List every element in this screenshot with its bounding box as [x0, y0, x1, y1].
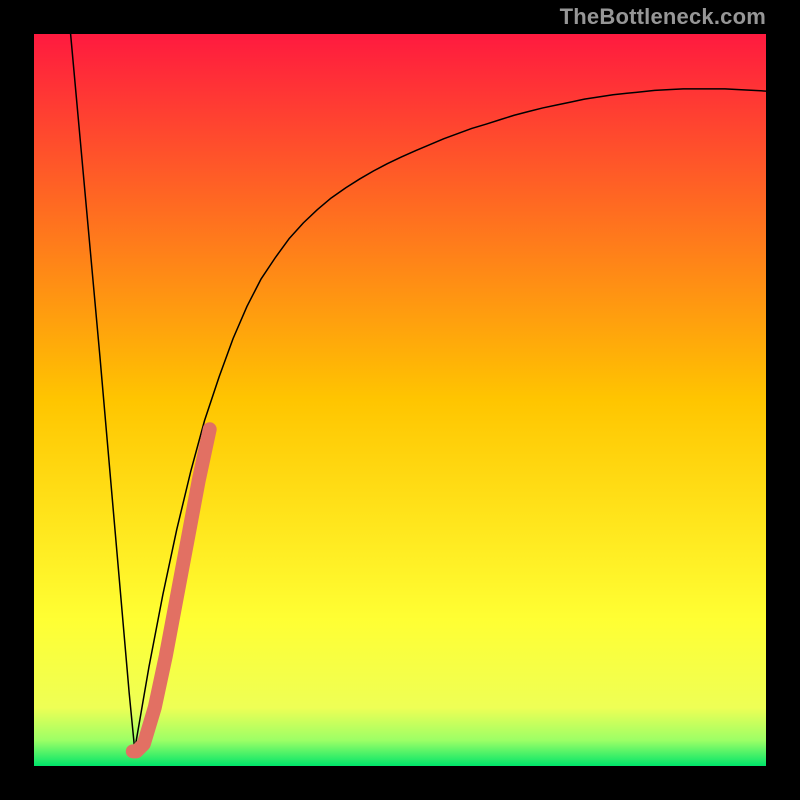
curves-layer: [34, 34, 766, 766]
series-left-branch: [71, 34, 135, 753]
chart-frame: TheBottleneck.com: [0, 0, 800, 800]
plot-area: [34, 34, 766, 766]
series-highlight-segment: [133, 429, 210, 751]
series-right-branch: [135, 89, 766, 748]
watermark-text: TheBottleneck.com: [560, 4, 766, 30]
